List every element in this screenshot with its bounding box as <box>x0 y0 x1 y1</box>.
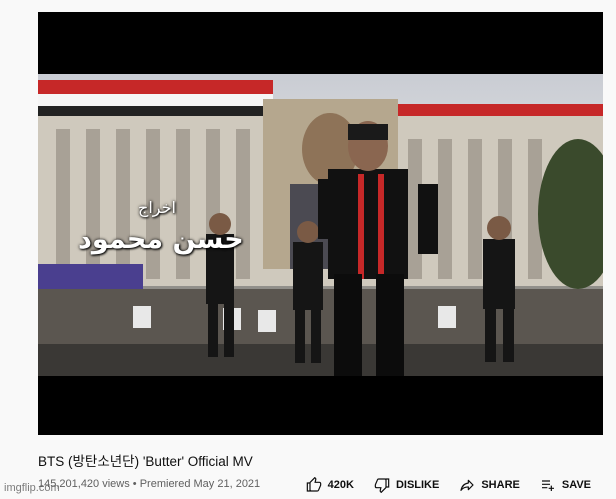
dot-separator: • <box>132 478 137 490</box>
like-count: 420K <box>327 479 354 491</box>
premiere-date: Premiered May 21, 2021 <box>139 478 261 490</box>
save-playlist-icon <box>540 477 556 493</box>
share-icon <box>459 477 475 493</box>
imgflip-watermark: imgflip.com <box>4 482 60 494</box>
video-player[interactable]: اخراج حسن محمود <box>38 12 603 435</box>
like-button[interactable]: 420K <box>296 477 364 493</box>
share-label: SHARE <box>481 479 520 491</box>
video-title: BTS (방탄소년단) 'Butter' Official MV <box>38 454 253 469</box>
save-button[interactable]: SAVE <box>530 477 601 493</box>
dislike-button[interactable]: DISLIKE <box>364 477 449 493</box>
director-credit-label: اخراج <box>138 198 176 217</box>
video-stats: 145,201,420 views • Premiered May 21, 20… <box>38 478 260 490</box>
action-bar: 420K DISLIKE SHARE SAVE <box>296 474 601 496</box>
video-info: BTS (방탄소년단) 'Butter' Official MV 145,201… <box>38 440 603 495</box>
video-frame[interactable]: اخراج حسن محمود <box>38 74 603 376</box>
thumbs-down-icon <box>374 477 390 493</box>
dislike-label: DISLIKE <box>395 479 440 491</box>
director-name-caption: حسن محمود <box>78 224 244 255</box>
save-label: SAVE <box>561 479 591 491</box>
thumbs-up-icon <box>306 477 322 493</box>
share-button[interactable]: SHARE <box>449 477 530 493</box>
